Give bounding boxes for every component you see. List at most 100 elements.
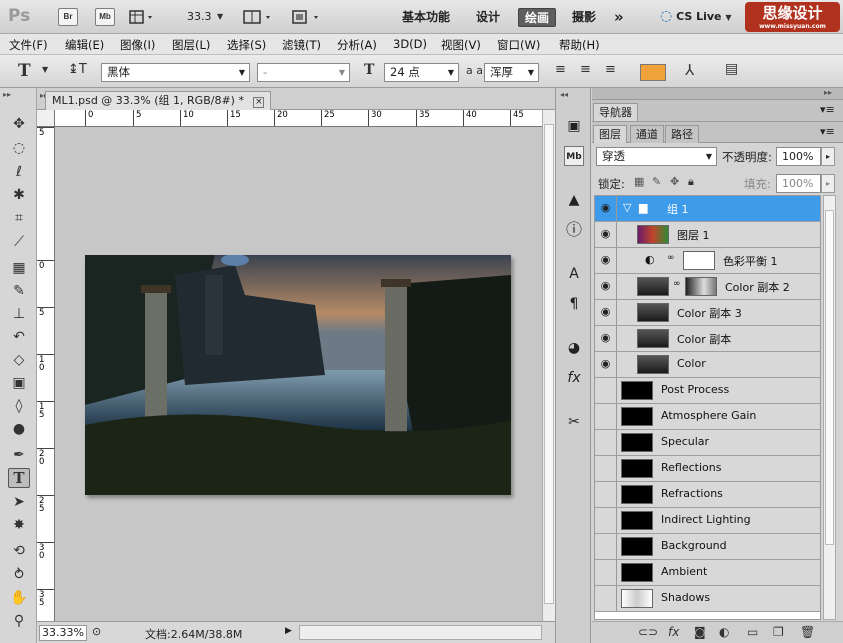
character-panel-icon[interactable]: ▤ <box>725 61 738 77</box>
menu-analysis[interactable]: 分析(A) <box>337 37 377 53</box>
layer-mask-thumbnail[interactable] <box>683 251 715 270</box>
visibility-toggle-empty[interactable] <box>595 560 617 585</box>
layer-thumbnail[interactable] <box>637 225 669 244</box>
visibility-toggle-empty[interactable] <box>595 456 617 481</box>
history-panel-icon[interactable]: ▣ <box>564 116 584 136</box>
lock-all-icon[interactable]: 🔒︎ <box>688 175 694 189</box>
3d-orbit-tool-icon[interactable]: ⥁ <box>8 565 30 585</box>
layer-row[interactable]: ◉ ▽ ▆ 组 1 <box>595 196 820 222</box>
path-selection-tool-icon[interactable]: ➤ <box>8 492 30 512</box>
layer-thumbnail[interactable] <box>621 407 653 426</box>
workspace-essentials[interactable]: 基本功能 <box>402 8 450 27</box>
pen-tool-icon[interactable]: ✒ <box>8 445 30 465</box>
layer-row[interactable]: ◉ ∞ Color 副本 2 <box>595 274 820 300</box>
eraser-tool-icon[interactable]: ◇ <box>8 350 30 370</box>
3d-rotate-tool-icon[interactable]: ⟲ <box>8 541 30 561</box>
tools-presets-panel-icon[interactable]: ✂ <box>564 412 584 432</box>
layer-row[interactable]: ◉ 图层 1 <box>595 222 820 248</box>
hand-tool-icon[interactable]: ✋ <box>8 588 30 608</box>
menu-help[interactable]: 帮助(H) <box>559 37 600 53</box>
canvas-horizontal-scrollbar[interactable] <box>299 625 542 640</box>
eyedropper-tool-icon[interactable]: ⟋ <box>8 232 30 252</box>
layer-row[interactable]: Shadows <box>595 586 820 612</box>
move-tool-icon[interactable]: ✥ <box>8 114 30 134</box>
layer-thumbnail[interactable] <box>621 459 653 478</box>
eye-visibility-icon[interactable]: ◉ <box>595 248 617 273</box>
document-image[interactable] <box>85 255 511 495</box>
healing-brush-tool-icon[interactable]: ▦ <box>8 258 30 278</box>
histogram-panel-icon[interactable]: ▲ <box>564 190 584 210</box>
visibility-toggle-empty[interactable] <box>595 378 617 403</box>
swatches-panel-icon[interactable]: ◕ <box>564 338 584 358</box>
status-menu-arrow-icon[interactable]: ▶ <box>285 626 292 636</box>
more-workspaces-button[interactable]: » <box>614 8 624 27</box>
history-brush-tool-icon[interactable]: ↶ <box>8 327 30 347</box>
mask-link-icon[interactable]: ∞ <box>673 279 681 289</box>
actions-panel-icon[interactable]: fx <box>564 368 584 388</box>
gradient-tool-icon[interactable]: ▣ <box>8 373 30 393</box>
dodge-tool-icon[interactable]: ● <box>8 419 30 439</box>
close-document-icon[interactable]: × <box>253 97 265 108</box>
menu-3d[interactable]: 3D(D) <box>393 37 427 51</box>
menu-file[interactable]: 文件(F) <box>9 37 48 53</box>
eye-visibility-icon[interactable]: ◉ <box>595 300 617 325</box>
font-family-select[interactable]: 黑体 ▼ <box>101 63 250 82</box>
canvas-scroll-thumb[interactable] <box>544 124 554 604</box>
layer-thumbnail[interactable] <box>621 537 653 556</box>
layer-row[interactable]: ◉ Color <box>595 352 820 378</box>
menu-image[interactable]: 图像(I) <box>120 37 155 53</box>
collapse-tools-icon[interactable]: ▸▸ <box>3 90 11 99</box>
layer-thumbnail[interactable] <box>637 355 669 374</box>
navigator-menu-icon[interactable]: ▾≡ <box>820 103 835 116</box>
tab-channels[interactable]: 通道 <box>630 125 664 143</box>
font-size-select[interactable]: 24 点 ▼ <box>384 63 459 82</box>
zoom-tool-icon[interactable]: ⚲ <box>8 611 30 631</box>
visibility-toggle-empty[interactable] <box>595 430 617 455</box>
layers-scrollbar[interactable] <box>823 195 836 620</box>
layer-thumbnail[interactable] <box>621 433 653 452</box>
link-layers-icon[interactable]: ⊂⊃ <box>638 625 658 639</box>
layer-row[interactable]: Post Process <box>595 378 820 404</box>
layer-row[interactable]: Atmosphere Gain <box>595 404 820 430</box>
status-info-icon[interactable]: ⊙ <box>92 625 101 638</box>
adjustment-layer-icon[interactable]: ◐ <box>719 625 729 639</box>
layer-thumbnail[interactable] <box>621 511 653 530</box>
lock-transparent-icon[interactable]: ▦ <box>634 175 644 188</box>
blend-mode-select[interactable]: 穿透 ▼ <box>596 147 717 166</box>
brush-tool-icon[interactable]: ✎ <box>8 281 30 301</box>
custom-shape-tool-icon[interactable]: ✸ <box>8 515 30 535</box>
eye-visibility-icon[interactable]: ◉ <box>595 222 617 247</box>
layer-row[interactable]: Ambient <box>595 560 820 586</box>
layer-mask-icon[interactable]: ◙ <box>694 625 706 639</box>
view-extras-button[interactable] <box>128 8 158 26</box>
layer-row[interactable]: Refractions <box>595 482 820 508</box>
layer-row[interactable]: Reflections <box>595 456 820 482</box>
collapse-strip-icon[interactable]: ◂◂ <box>560 90 568 99</box>
layer-thumbnail[interactable] <box>621 589 653 608</box>
quick-selection-tool-icon[interactable]: ✱ <box>8 185 30 205</box>
anti-alias-select[interactable]: 浑厚 ▼ <box>484 63 539 82</box>
zoom-percent-field[interactable]: 33.33% <box>39 625 87 641</box>
tab-paths[interactable]: 路径 <box>665 125 699 143</box>
warp-text-icon[interactable]: ⅄ <box>685 61 694 79</box>
visibility-toggle-empty[interactable] <box>595 586 617 611</box>
zoom-dropdown-icon[interactable]: ▼ <box>217 12 223 21</box>
layer-style-icon[interactable]: fx <box>668 625 679 639</box>
font-style-select[interactable]: - ▼ <box>257 63 350 82</box>
workspace-photography[interactable]: 摄影 <box>572 8 596 27</box>
eye-visibility-icon[interactable]: ◉ <box>595 352 617 377</box>
mini-bridge-panel-icon[interactable]: Mb <box>564 146 584 166</box>
menu-edit[interactable]: 编辑(E) <box>65 37 104 53</box>
collapse-panels-icon[interactable]: ▸▸ <box>824 88 832 97</box>
eye-visibility-icon[interactable]: ◉ <box>595 326 617 351</box>
opacity-slider-icon[interactable]: ▸ <box>821 147 835 166</box>
info-panel-icon[interactable]: ⓘ <box>564 220 584 240</box>
layer-thumbnail[interactable] <box>621 485 653 504</box>
new-layer-icon[interactable]: ❐ <box>773 625 784 639</box>
visibility-toggle-empty[interactable] <box>595 404 617 429</box>
document-tab[interactable]: ML1.psd @ 33.3% (组 1, RGB/8#) * × <box>45 91 272 110</box>
layer-thumbnail[interactable] <box>637 329 669 348</box>
tool-preset-dropdown-icon[interactable]: ▼ <box>42 65 48 74</box>
vertical-ruler[interactable]: 5 0 5 1 0 1 5 2 0 2 5 3 0 3 5 <box>37 127 55 621</box>
paragraph-panel-icon[interactable]: ¶ <box>564 294 584 314</box>
